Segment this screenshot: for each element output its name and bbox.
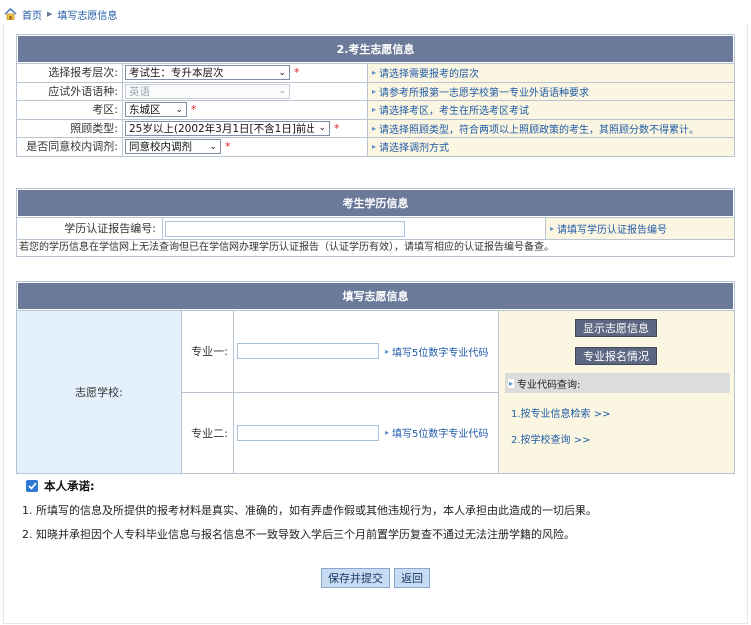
education-note: 若您的学历信息在学信网上无法查询但已在学信网办理学历认证报告（认证学历有效），请… <box>17 239 734 256</box>
major-tip: 填写5位数字专业代码 <box>392 429 489 441</box>
breadcrumb-separator-icon: ▶ <box>47 10 53 18</box>
arrow-icon: ▸ <box>372 123 377 133</box>
arrow-icon: ▸ <box>385 346 390 356</box>
chevron-down-icon: ⌄ <box>209 141 217 152</box>
back-button[interactable]: 返回 <box>394 568 430 588</box>
major-2-input[interactable] <box>237 424 379 441</box>
form-row-care-type: 照顾类型: 25岁以上(2002年3月1日[不含1日]前出生 ⌄ * ▸ 请选择照顾… <box>17 118 734 137</box>
cert-number-input[interactable] <box>165 220 405 237</box>
wish-info-panel: 填写志愿信息 志愿学校: 专业一: ▸ 填写5位数字专业代码 专业二: ▸ 填写… <box>16 281 735 474</box>
arrow-icon: ▸ <box>385 428 390 438</box>
submit-button[interactable]: 保存并提交 <box>321 568 390 588</box>
field-label: 选择报考层次: <box>17 64 123 82</box>
arrow-icon: ▸ <box>372 142 377 152</box>
pledge-title: 本人承诺: <box>44 479 95 493</box>
major-code-sidebar: 显示志愿信息 专业报名情况 ▸ 专业代码查询: 1.按专业信息检索 >> 2.按学… <box>499 311 734 473</box>
chevron-down-icon: ⌄ <box>318 123 326 134</box>
school-label: 志愿学校: <box>17 311 182 473</box>
arrow-icon: ▸ <box>508 378 515 388</box>
panel-title: 2.考生志愿信息 <box>17 35 734 63</box>
form-row-adjustment: 是否同意校内调剂: 同意校内调剂 ⌄ * ▸ 请选择调剂方式 <box>17 137 734 156</box>
form-row-level: 选择报考层次: 考试生：专升本层次 ⌄ * ▸ 请选择需要报考的层次 <box>17 63 734 82</box>
pledge-section: 本人承诺: 1. 所填写的信息及所提供的报考材料是真实、准确的，如有弄虚作假或其… <box>22 478 722 542</box>
search-by-major-link[interactable]: 1.按专业信息检索 >> <box>511 405 610 420</box>
pledge-checkbox[interactable] <box>26 480 38 492</box>
field-label: 是否同意校内调剂: <box>17 138 123 156</box>
adjustment-select[interactable]: 同意校内调剂 ⌄ <box>125 139 221 155</box>
form-row-district: 考区: 东城区 ⌄ * ▸ 请选择考区，考生在所选考区考试 <box>17 100 734 119</box>
field-label: 学历认证报告编号: <box>17 218 163 239</box>
form-actions: 保存并提交 返回 <box>321 568 430 588</box>
field-label: 考区: <box>17 101 123 119</box>
panel-title: 考生学历信息 <box>17 189 734 217</box>
chevron-down-icon: ⌄ <box>175 104 183 115</box>
panel-title: 填写志愿信息 <box>17 282 734 310</box>
language-select[interactable]: 英语 ⌄ <box>125 83 290 99</box>
field-label: 照顾类型: <box>17 119 123 137</box>
arrow-icon: ▸ <box>550 224 555 233</box>
major-row-2: 专业二: ▸ 填写5位数字专业代码 <box>182 391 498 473</box>
breadcrumb: 首页 ▶ 填写志愿信息 <box>4 6 117 22</box>
chevron-down-icon: ⌄ <box>278 86 286 97</box>
required-marker: * <box>294 66 300 80</box>
level-select[interactable]: 考试生：专升本层次 ⌄ <box>125 65 290 81</box>
volunteer-info-panel: 2.考生志愿信息 选择报考层次: 考试生：专升本层次 ⌄ * ▸ 请选择需要报考的层… <box>16 34 735 157</box>
major-row-1: 专业一: ▸ 填写5位数字专业代码 <box>182 311 498 392</box>
major-enroll-status-button[interactable]: 专业报名情况 <box>575 347 657 365</box>
required-marker: * <box>191 103 197 117</box>
code-query-header: ▸ 专业代码查询: <box>505 373 730 393</box>
arrow-icon: ▸ <box>372 68 377 78</box>
pledge-item: 2. 知晓并承担因个人专科毕业信息与报名信息不一致导致入学后三个月前置学历复查不… <box>22 528 575 541</box>
show-wish-button[interactable]: 显示志愿信息 <box>575 319 657 337</box>
arrow-icon: ▸ <box>372 105 377 115</box>
education-info-panel: 考生学历信息 学历认证报告编号: ▸ 请填写学历认证报告编号 若您的学历信息在学信… <box>16 188 735 257</box>
home-icon[interactable] <box>4 8 17 20</box>
major-tip: 填写5位数字专业代码 <box>392 347 489 359</box>
form-row-language: 应试外语语种: 英语 ⌄ ▸ 请参考所报第一志愿学校第一专业外语语种要求 <box>17 81 734 100</box>
chevron-down-icon: ⌄ <box>278 67 286 78</box>
district-select[interactable]: 东城区 ⌄ <box>125 102 187 118</box>
breadcrumb-current: 填写志愿信息 <box>57 10 118 22</box>
major-label: 专业二: <box>182 392 234 473</box>
field-label: 应试外语语种: <box>17 82 123 100</box>
major-label: 专业一: <box>182 311 234 392</box>
required-marker: * <box>334 121 340 135</box>
checkmark-icon <box>27 482 37 490</box>
required-marker: * <box>225 140 231 154</box>
breadcrumb-home-link[interactable]: 首页 <box>22 7 42 22</box>
arrow-icon: ▸ <box>372 86 377 96</box>
major-1-input[interactable] <box>237 343 379 360</box>
care-type-select[interactable]: 25岁以上(2002年3月1日[不含1日]前出生 ⌄ <box>125 120 330 136</box>
cert-row: 学历认证报告编号: ▸ 请填写学历认证报告编号 <box>17 217 734 239</box>
pledge-item: 1. 所填写的信息及所提供的报考材料是真实、准确的，如有弄虚作假或其他违规行为，… <box>22 504 597 517</box>
search-by-school-link[interactable]: 2.按学校查询 >> <box>511 431 590 446</box>
